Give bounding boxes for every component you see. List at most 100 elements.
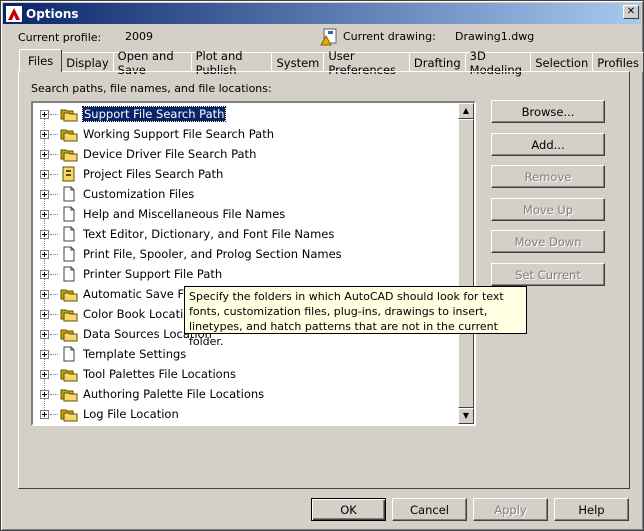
tree-item[interactable]: Tool Palettes File Locations (33, 364, 460, 384)
tree-connector-line (50, 293, 58, 295)
tree-scrollbar[interactable]: ▲ ▼ (458, 103, 474, 424)
tree-connector-line (50, 413, 58, 415)
tree-connector-line (50, 113, 58, 115)
tree-connector-line (50, 213, 58, 215)
tree-connector-line (50, 353, 58, 355)
expand-plus-icon[interactable] (40, 229, 49, 239)
expand-plus-icon[interactable] (40, 349, 49, 359)
tree-connector-line (50, 273, 58, 275)
current-drawing-label: Current drawing: (343, 30, 436, 43)
tree-item[interactable]: Printer Support File Path (33, 264, 460, 284)
tree-item-label: Tool Palettes File Locations (83, 367, 236, 381)
move-up-button[interactable]: Move Up (491, 198, 605, 221)
tree-connector-line (50, 253, 58, 255)
folder-stack-icon (60, 326, 78, 342)
project-file-icon (60, 166, 78, 182)
tree-connector-line (50, 173, 58, 175)
scroll-down-button[interactable]: ▼ (458, 408, 474, 424)
tab-drafting[interactable]: Drafting (408, 52, 466, 72)
expand-plus-icon[interactable] (40, 249, 49, 259)
folder-stack-icon (60, 306, 78, 322)
tree-connector-line (50, 133, 58, 135)
expand-plus-icon[interactable] (40, 409, 49, 419)
expand-plus-icon[interactable] (40, 369, 49, 379)
tree-item-label: Customization Files (83, 187, 195, 201)
tree-item[interactable]: Template Settings (33, 344, 460, 364)
tree-item[interactable]: Print File, Spooler, and Prolog Section … (33, 244, 460, 264)
expand-plus-icon[interactable] (40, 269, 49, 279)
file-icon (60, 206, 78, 222)
tree-item[interactable]: Customization Files (33, 184, 460, 204)
tree-item[interactable]: Device Driver File Search Path (33, 144, 460, 164)
expand-plus-icon[interactable] (40, 329, 49, 339)
tree-connector-line (50, 373, 58, 375)
tab-profiles[interactable]: Profiles (592, 52, 644, 72)
scroll-up-button[interactable]: ▲ (458, 103, 474, 119)
tree-item-label: Log File Location (83, 407, 179, 421)
tab-user-preferences[interactable]: User Preferences (323, 49, 410, 77)
tree-item[interactable]: Help and Miscellaneous File Names (33, 204, 460, 224)
tab-display[interactable]: Display (61, 52, 114, 72)
options-dialog: Options ✕ Current profile: 2009 Current … (0, 0, 644, 531)
tree-item[interactable]: Support File Search Path (33, 104, 460, 124)
tree-item-label: Support File Search Path (81, 106, 227, 122)
expand-plus-icon[interactable] (40, 309, 49, 319)
expand-plus-icon[interactable] (40, 169, 49, 179)
browse-button[interactable]: Browse... (491, 100, 605, 123)
tree-item-label: Print File, Spooler, and Prolog Section … (83, 247, 342, 261)
tree-item-label: Authoring Palette File Locations (83, 387, 265, 401)
expand-plus-icon[interactable] (40, 289, 49, 299)
tree-item[interactable]: Log File Location (33, 404, 460, 424)
tree-connector-line (50, 393, 58, 395)
remove-button[interactable]: Remove (491, 165, 605, 188)
folder-stack-icon (60, 366, 78, 382)
expand-plus-icon[interactable] (40, 209, 49, 219)
tree-connector-line (50, 153, 58, 155)
title-bar[interactable]: Options ✕ (3, 3, 641, 24)
expand-plus-icon[interactable] (40, 109, 49, 119)
tree-connector-line (50, 333, 58, 335)
tab-system[interactable]: System (271, 52, 325, 72)
expand-plus-icon[interactable] (40, 389, 49, 399)
current-profile-label: Current profile: (18, 31, 102, 44)
folder-stack-icon (60, 286, 78, 302)
tree-item-label: Template Settings (83, 347, 187, 361)
tab-strip: Files Display Open and Save Plot and Pub… (19, 49, 644, 77)
tree-item-label: Project Files Search Path (83, 167, 224, 181)
scroll-thumb[interactable] (458, 119, 474, 408)
tree-item[interactable]: Project Files Search Path (33, 164, 460, 184)
tab-3d-modeling[interactable]: 3D Modeling (464, 49, 532, 77)
tab-files[interactable]: Files (19, 49, 63, 72)
tree-item[interactable]: Text Editor, Dictionary, and Font File N… (33, 224, 460, 244)
tree-item[interactable]: Authoring Palette File Locations (33, 384, 460, 404)
autocad-logo-icon (6, 5, 22, 22)
file-locations-tree[interactable]: Support File Search Path Working Support … (31, 101, 476, 426)
apply-button[interactable]: Apply (473, 498, 548, 521)
folder-stack-icon (60, 126, 78, 142)
file-icon (60, 346, 78, 362)
tree-connector-line (50, 313, 58, 315)
add-button[interactable]: Add... (491, 133, 605, 156)
tab-selection[interactable]: Selection (530, 52, 594, 72)
cancel-button[interactable]: Cancel (392, 498, 467, 521)
file-icon (60, 266, 78, 282)
drawing-icon (320, 28, 338, 46)
tab-plot-and-publish[interactable]: Plot and Publish (190, 49, 273, 77)
tree-item-label: Text Editor, Dictionary, and Font File N… (83, 227, 335, 241)
expand-plus-icon[interactable] (40, 129, 49, 139)
tree-item-label: Working Support File Search Path (83, 127, 275, 141)
help-button[interactable]: Help (554, 498, 629, 521)
file-icon (60, 226, 78, 242)
move-down-button[interactable]: Move Down (491, 230, 605, 253)
expand-plus-icon[interactable] (40, 149, 49, 159)
tree-item[interactable]: Working Support File Search Path (33, 124, 460, 144)
tab-open-and-save[interactable]: Open and Save (112, 49, 192, 77)
expand-plus-icon[interactable] (40, 189, 49, 199)
search-paths-label: Search paths, file names, and file locat… (31, 82, 272, 95)
tree-connector-line (50, 233, 58, 235)
set-current-button[interactable]: Set Current (491, 263, 605, 286)
tree-connector-line (50, 193, 58, 195)
close-button[interactable]: ✕ (623, 5, 639, 19)
file-icon (60, 186, 78, 202)
ok-button[interactable]: OK (311, 498, 386, 521)
